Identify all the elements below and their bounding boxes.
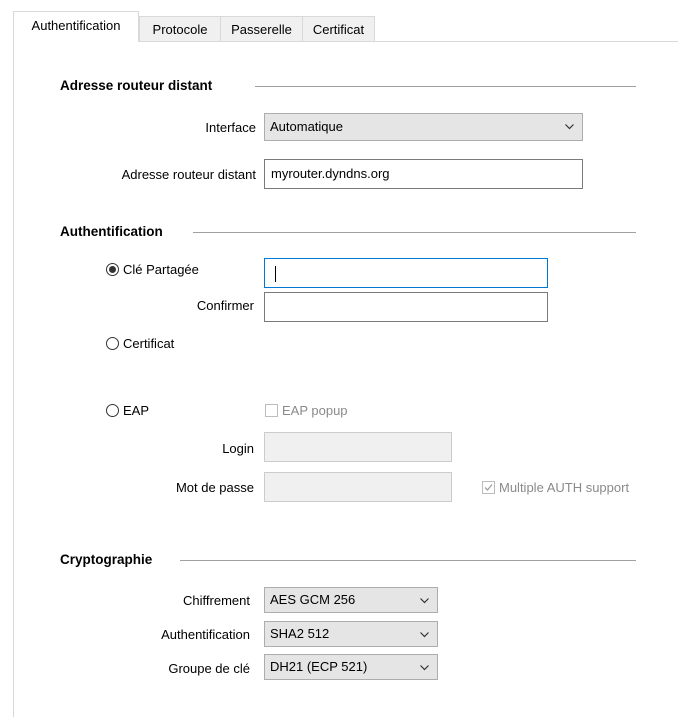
section-divider: [193, 232, 636, 233]
multiple-auth-label: Multiple AUTH support: [499, 480, 630, 495]
tab-passerelle[interactable]: Passerelle: [220, 16, 303, 41]
auth-algo-select-value: SHA2 512: [270, 626, 330, 641]
cipher-label: Chiffrement: [183, 593, 250, 608]
section-divider: [180, 560, 636, 561]
key-group-select[interactable]: DH21 (ECP 521): [264, 654, 438, 680]
eap-popup-label: EAP popup: [282, 403, 348, 418]
remote-address-label: Adresse routeur distant: [121, 167, 256, 182]
interface-select-value: Automatique: [270, 119, 343, 134]
chevron-down-icon: [420, 665, 429, 671]
tab-authentification[interactable]: Authentification: [13, 11, 139, 42]
cipher-select-value: AES GCM 256: [270, 592, 356, 607]
confirm-label: Confirmer: [196, 298, 254, 313]
login-label: Login: [222, 441, 254, 456]
multiple-auth-checkbox[interactable]: Multiple AUTH support: [482, 480, 629, 495]
section-title-crypto: Cryptographie: [60, 552, 152, 567]
section-title-authentication: Authentification: [60, 224, 163, 239]
preshared-key-label: Clé Partagée: [123, 262, 199, 277]
radio-unselected-icon: [106, 404, 119, 417]
remote-address-input[interactable]: myrouter.dyndns.org: [264, 159, 583, 189]
key-group-label: Groupe de clé: [168, 661, 250, 676]
text-caret: [275, 266, 276, 282]
auth-algo-select[interactable]: SHA2 512: [264, 621, 438, 647]
eap-popup-checkbox[interactable]: EAP popup: [265, 403, 348, 418]
tab-certificat[interactable]: Certificat: [302, 16, 375, 41]
chevron-down-icon: [420, 598, 429, 604]
section-title-remote-router-text: Adresse routeur distant: [60, 78, 213, 93]
login-input[interactable]: [264, 432, 452, 462]
radio-unselected-icon: [106, 337, 119, 350]
eap-radio[interactable]: EAP: [106, 403, 149, 418]
cipher-select[interactable]: AES GCM 256: [264, 587, 438, 613]
certificate-label: Certificat: [123, 336, 175, 351]
certificate-radio[interactable]: Certificat: [106, 336, 174, 351]
preshared-key-input[interactable]: [264, 258, 548, 288]
key-group-select-value: DH21 (ECP 521): [270, 659, 368, 674]
interface-select[interactable]: Automatique: [264, 113, 583, 141]
section-title-authentication-text: Authentification: [60, 224, 163, 239]
checkbox-empty-icon: [265, 404, 278, 417]
remote-address-value: myrouter.dyndns.org: [271, 166, 390, 181]
section-title-remote-router: Adresse routeur distant: [60, 78, 212, 93]
auth-algo-label: Authentification: [161, 627, 250, 642]
preshared-key-radio[interactable]: Clé Partagée: [106, 262, 199, 277]
chevron-down-icon: [420, 632, 429, 638]
radio-selected-icon: [106, 263, 119, 276]
tab-protocole[interactable]: Protocole: [139, 16, 221, 41]
confirm-key-input[interactable]: [264, 292, 548, 322]
eap-label: EAP: [123, 403, 150, 418]
panel-border: [13, 42, 14, 717]
password-input[interactable]: [264, 472, 452, 502]
chevron-down-icon: [565, 124, 574, 130]
section-divider: [255, 86, 636, 87]
tab-bar: Authentification Protocole Passerelle Ce…: [13, 11, 678, 42]
checkmark-icon: [482, 481, 495, 494]
password-label: Mot de passe: [175, 480, 254, 495]
interface-label: Interface: [205, 120, 256, 135]
section-title-crypto-text: Cryptographie: [60, 552, 153, 567]
